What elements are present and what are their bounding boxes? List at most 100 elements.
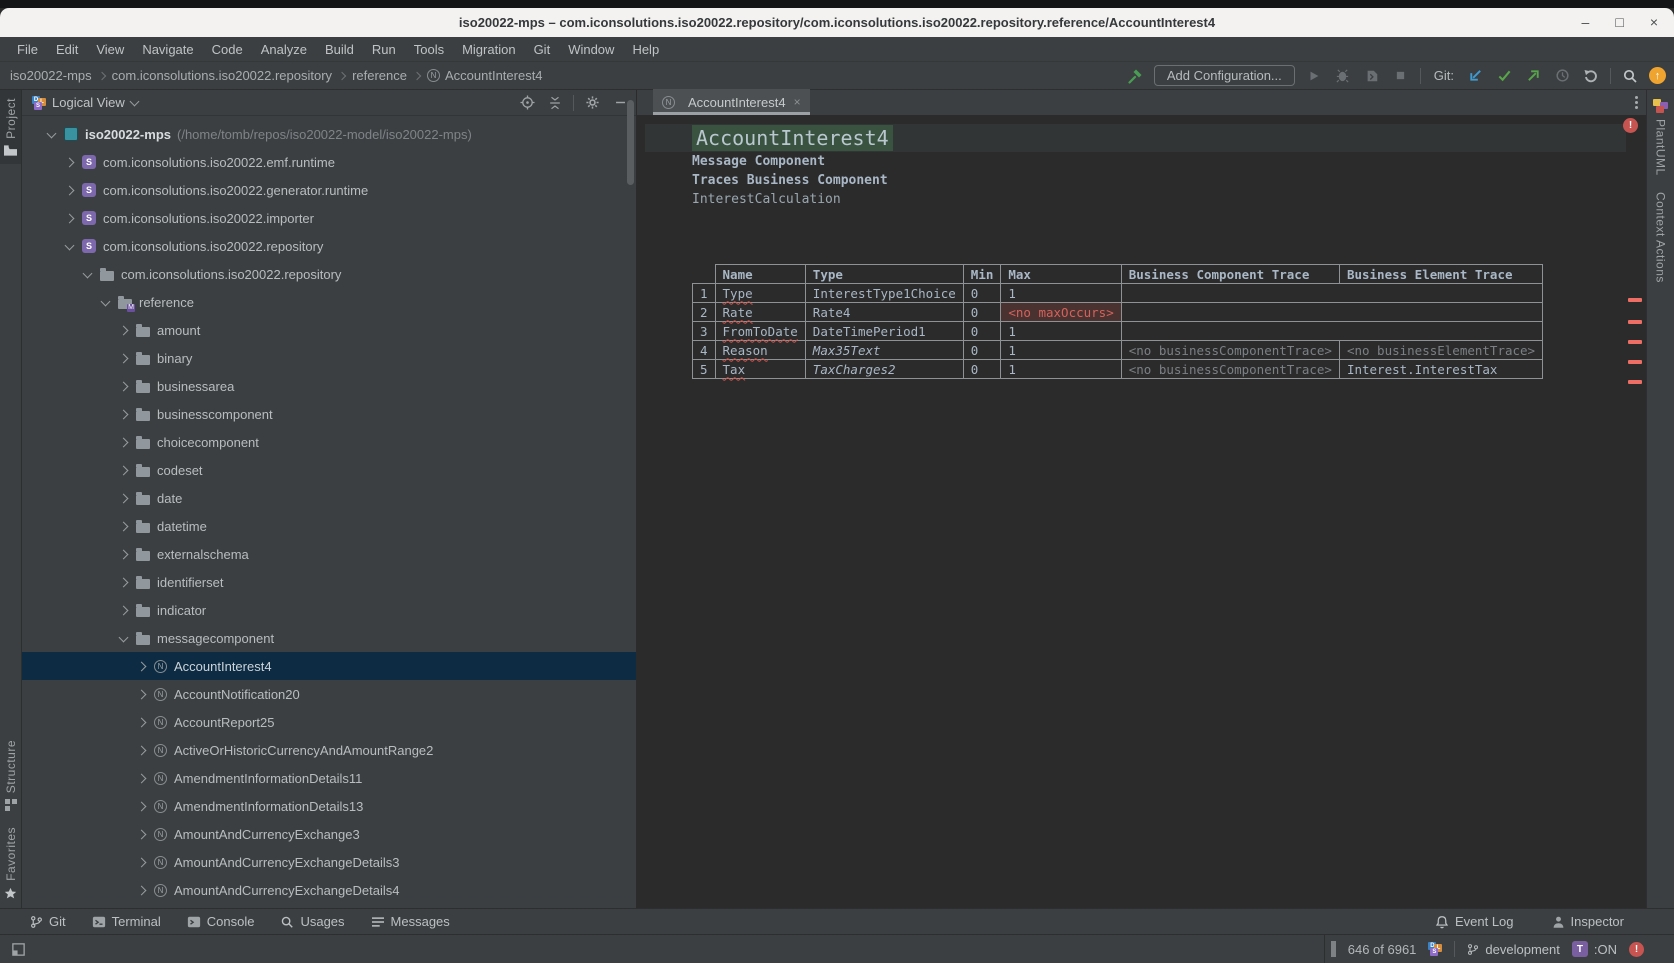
tree-collapse-chevron-icon[interactable]	[101, 296, 111, 306]
component-title[interactable]: AccountInterest4	[692, 124, 1646, 152]
tree-item-iso20022-mps[interactable]: iso20022-mps (/home/tomb/repos/iso20022-…	[22, 120, 636, 148]
cell-name[interactable]: Reason	[715, 341, 805, 360]
cell-max[interactable]: <no maxOccurs>	[1001, 303, 1121, 322]
cell-type[interactable]: InterestType1Choice	[805, 284, 963, 303]
tree-expand-chevron-icon[interactable]	[119, 381, 129, 391]
tool-button-event-log[interactable]: Event Log	[1435, 914, 1514, 929]
tree-item-com.iconsolutions.iso20022.repository[interactable]: Scom.iconsolutions.iso20022.repository	[22, 232, 636, 260]
collapse-all-button[interactable]	[545, 93, 565, 113]
tree-item-amount[interactable]: amount	[22, 316, 636, 344]
traces-label-line[interactable]: Traces Business Component	[692, 171, 1646, 190]
toggle-widget[interactable]: T :ON	[1572, 941, 1617, 957]
tree-expand-chevron-icon[interactable]	[65, 213, 75, 223]
tree-item-messagecomponent[interactable]: messagecomponent	[22, 624, 636, 652]
menu-view[interactable]: View	[87, 42, 133, 57]
cell-row-number[interactable]: 5	[693, 360, 716, 379]
tool-button-git[interactable]: Git	[30, 914, 66, 929]
tree-collapse-chevron-icon[interactable]	[119, 632, 129, 642]
debug-button[interactable]	[1333, 66, 1353, 86]
tool-stripe-plantuml[interactable]: PlantUML	[1653, 90, 1668, 184]
cell-name[interactable]: FromToDate	[715, 322, 805, 341]
cell-row-number[interactable]: 2	[693, 303, 716, 322]
tree-item-businessarea[interactable]: businessarea	[22, 372, 636, 400]
menu-git[interactable]: Git	[525, 42, 560, 57]
run-button[interactable]	[1304, 66, 1324, 86]
tree-expand-chevron-icon[interactable]	[119, 577, 129, 587]
history-button[interactable]	[1552, 66, 1572, 86]
tree-item-AmendmentInformationDetails13[interactable]: NAmendmentInformationDetails13	[22, 792, 636, 820]
git-branch-widget[interactable]: development	[1467, 942, 1559, 957]
menu-analyze[interactable]: Analyze	[252, 42, 316, 57]
cell-business-element-trace[interactable]: <no businessElementTrace>	[1339, 341, 1542, 360]
tree-collapse-chevron-icon[interactable]	[65, 240, 75, 250]
error-status-icon[interactable]: !	[1629, 942, 1644, 957]
view-selector[interactable]: Logical View	[52, 95, 125, 110]
locate-node-button[interactable]	[517, 93, 537, 113]
tree-item-codeset[interactable]: codeset	[22, 456, 636, 484]
cell-row-number[interactable]: 3	[693, 322, 716, 341]
tree-item-externalschema[interactable]: externalschema	[22, 540, 636, 568]
cell-max[interactable]: 1	[1001, 360, 1121, 379]
menu-tools[interactable]: Tools	[405, 42, 453, 57]
run-configuration-selector[interactable]: Add Configuration...	[1154, 65, 1295, 86]
cell-business-element-trace[interactable]: Interest.InterestTax	[1339, 360, 1542, 379]
tree-item-com.iconsolutions.iso20022.emf.runtime[interactable]: Scom.iconsolutions.iso20022.emf.runtime	[22, 148, 636, 176]
error-stripe-mark[interactable]	[1628, 298, 1642, 302]
git-update-button[interactable]	[1465, 66, 1485, 86]
cell-row-number[interactable]: 1	[693, 284, 716, 303]
tree-item-reference[interactable]: reference	[22, 288, 636, 316]
cell-name[interactable]: Rate	[715, 303, 805, 322]
tree-expand-chevron-icon[interactable]	[119, 437, 129, 447]
tree-item-com.iconsolutions.iso20022.repository[interactable]: com.iconsolutions.iso20022.repository	[22, 260, 636, 288]
tree-expand-chevron-icon[interactable]	[137, 829, 147, 839]
tree-expand-chevron-icon[interactable]	[137, 773, 147, 783]
menu-run[interactable]: Run	[363, 42, 405, 57]
cell-max[interactable]: 1	[1001, 322, 1121, 341]
cell-row-number[interactable]: 4	[693, 341, 716, 360]
cell-type[interactable]: DateTimePeriod1	[805, 322, 963, 341]
tree-item-identifierset[interactable]: identifierset	[22, 568, 636, 596]
tree-item-AmountAndCurrencyExchangeDetails3[interactable]: NAmountAndCurrencyExchangeDetails3	[22, 848, 636, 876]
settings-button[interactable]	[582, 93, 602, 113]
build-hammer-button[interactable]	[1125, 66, 1145, 86]
tool-stripe-structure[interactable]: Structure	[4, 732, 18, 819]
tree-item-AccountInterest4[interactable]: NAccountInterest4	[22, 652, 636, 680]
close-button[interactable]: ×	[1650, 8, 1658, 37]
tree-expand-chevron-icon[interactable]	[137, 717, 147, 727]
cell-min[interactable]: 0	[963, 322, 1001, 341]
tool-button-usages[interactable]: Usages	[280, 914, 344, 929]
tree-item-date[interactable]: date	[22, 484, 636, 512]
tree-item-AccountReport25[interactable]: NAccountReport25	[22, 708, 636, 736]
error-stripe-mark[interactable]	[1628, 360, 1642, 364]
tab-accountinterest4[interactable]: N AccountInterest4 ×	[653, 89, 810, 115]
search-everywhere-button[interactable]	[1620, 66, 1640, 86]
tree-collapse-chevron-icon[interactable]	[47, 128, 57, 138]
cell-trace-empty[interactable]	[1121, 284, 1542, 303]
tool-stripe-favorites[interactable]: Favorites	[4, 819, 18, 908]
tool-button-terminal[interactable]: Terminal	[92, 914, 161, 929]
mps-editor[interactable]: AccountInterest4 Message Component Trace…	[637, 116, 1646, 908]
maximize-button[interactable]: □	[1615, 8, 1623, 37]
menu-file[interactable]: File	[8, 42, 47, 57]
cell-trace-empty[interactable]	[1121, 322, 1542, 341]
chevron-down-icon[interactable]	[129, 96, 139, 106]
tree-expand-chevron-icon[interactable]	[119, 325, 129, 335]
menu-help[interactable]: Help	[623, 42, 668, 57]
error-stripe-mark[interactable]	[1628, 340, 1642, 344]
tool-stripe-project[interactable]: Project	[0, 90, 21, 164]
tree-expand-chevron-icon[interactable]	[119, 465, 129, 475]
stop-button[interactable]	[1391, 66, 1411, 86]
tree-expand-chevron-icon[interactable]	[137, 661, 147, 671]
cell-business-component-trace[interactable]: <no businessComponentTrace>	[1121, 341, 1339, 360]
rollback-button[interactable]	[1581, 66, 1601, 86]
menu-migration[interactable]: Migration	[453, 42, 524, 57]
tree-item-AmountAndCurrencyExchange3[interactable]: NAmountAndCurrencyExchange3	[22, 820, 636, 848]
tool-stripe-context-actions[interactable]: Context Actions	[1654, 184, 1668, 291]
cell-min[interactable]: 0	[963, 360, 1001, 379]
tree-item-com.iconsolutions.iso20022.generator.runtime[interactable]: Scom.iconsolutions.iso20022.generator.ru…	[22, 176, 636, 204]
tree-item-ActiveOrHistoricCurrencyAndAmountRange2[interactable]: NActiveOrHistoricCurrencyAndAmountRange2	[22, 736, 636, 764]
breadcrumb-item[interactable]: iso20022-mps	[10, 68, 92, 83]
cell-min[interactable]: 0	[963, 303, 1001, 322]
cell-trace-empty[interactable]	[1121, 303, 1542, 322]
menu-build[interactable]: Build	[316, 42, 363, 57]
